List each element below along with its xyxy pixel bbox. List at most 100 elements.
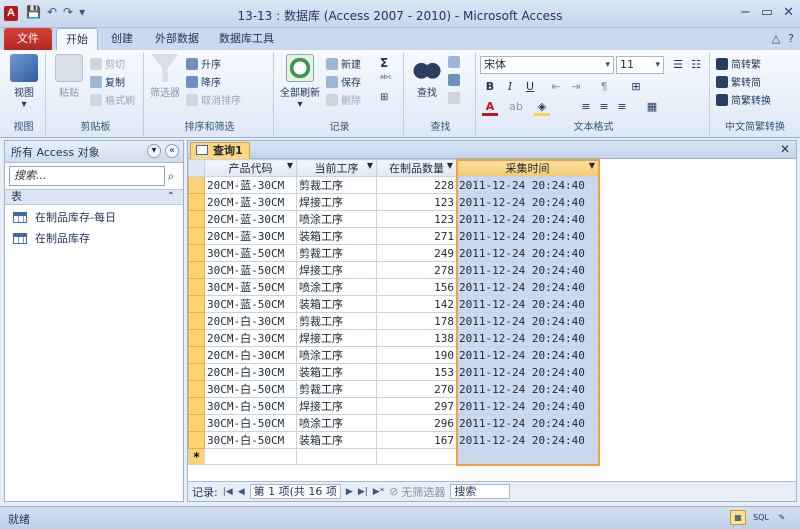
- italic-button[interactable]: I: [502, 80, 518, 93]
- cell-collect-time[interactable]: 2011-12-24 20:24:40: [456, 380, 599, 398]
- totals-button[interactable]: Σ: [380, 56, 388, 70]
- remove-sort-button[interactable]: 取消排序: [186, 92, 241, 107]
- tab-query1[interactable]: 查询1: [190, 142, 250, 159]
- cell-product-code[interactable]: 20CM-白-30CM: [204, 312, 297, 330]
- cell-collect-time[interactable]: 2011-12-24 20:24:40: [456, 193, 599, 211]
- cell-collect-time[interactable]: 2011-12-24 20:24:40: [456, 210, 599, 228]
- format-painter-button[interactable]: 格式刷: [90, 92, 135, 107]
- alt-row-color-icon[interactable]: ▦: [644, 100, 660, 113]
- cell-product-code[interactable]: 20CM-蓝-30CM: [204, 176, 297, 194]
- cell-product-code[interactable]: 20CM-蓝-30CM: [204, 193, 297, 211]
- align-right-icon[interactable]: ≡: [614, 100, 630, 113]
- next-record-button[interactable]: ▶: [346, 487, 353, 497]
- select-icon[interactable]: [448, 92, 460, 104]
- cell-wip-qty[interactable]: 278: [376, 261, 457, 279]
- row-selector[interactable]: [188, 312, 205, 330]
- new-record-marker[interactable]: *: [188, 448, 205, 465]
- spelling-button[interactable]: ᵃᵇᶜ: [380, 74, 392, 85]
- cell-collect-time[interactable]: 2011-12-24 20:24:40: [456, 244, 599, 262]
- table-row[interactable]: 20CM-蓝-30CM 喷涂工序 123 2011-12-24 20:24:40: [188, 210, 599, 228]
- cell-process[interactable]: 装箱工序: [296, 295, 377, 313]
- underline-button[interactable]: U: [522, 80, 538, 93]
- table-row[interactable]: 20CM-蓝-30CM 焊接工序 123 2011-12-24 20:24:40: [188, 193, 599, 211]
- cell-wip-qty[interactable]: 153: [376, 363, 457, 381]
- new-record-cell[interactable]: [296, 448, 377, 465]
- indent-icon[interactable]: ⇤: [548, 80, 564, 93]
- table-row[interactable]: 30CM-蓝-50CM 焊接工序 278 2011-12-24 20:24:40: [188, 261, 599, 279]
- replace-icon[interactable]: [448, 56, 460, 68]
- prev-record-button[interactable]: ◀: [238, 487, 245, 497]
- cell-process[interactable]: 喷涂工序: [296, 210, 377, 228]
- cell-product-code[interactable]: 20CM-蓝-30CM: [204, 227, 297, 245]
- design-view-icon[interactable]: ✎: [774, 510, 790, 525]
- last-record-button[interactable]: ▶|: [358, 487, 368, 497]
- cell-collect-time[interactable]: 2011-12-24 20:24:40: [456, 414, 599, 432]
- nav-menu-chevron-icon[interactable]: ▾: [147, 144, 161, 158]
- cell-wip-qty[interactable]: 271: [376, 227, 457, 245]
- cell-collect-time[interactable]: 2011-12-24 20:24:40: [456, 227, 599, 245]
- record-search-input[interactable]: 搜索: [450, 484, 511, 499]
- cell-wip-qty[interactable]: 123: [376, 193, 457, 211]
- cell-collect-time[interactable]: 2011-12-24 20:24:40: [456, 397, 599, 415]
- row-selector[interactable]: [188, 261, 205, 279]
- table-row[interactable]: 30CM-白-50CM 装箱工序 167 2011-12-24 20:24:40: [188, 431, 599, 449]
- cell-product-code[interactable]: 30CM-蓝-50CM: [204, 244, 297, 262]
- bullets-icon[interactable]: ☰: [670, 58, 686, 71]
- column-header-product-code[interactable]: 产品代码 ▼: [204, 159, 297, 177]
- column-dropdown-icon[interactable]: ▼: [447, 161, 453, 170]
- cell-process[interactable]: 焊接工序: [296, 261, 377, 279]
- cell-wip-qty[interactable]: 142: [376, 295, 457, 313]
- goto-icon[interactable]: [448, 74, 460, 86]
- cell-process[interactable]: 焊接工序: [296, 193, 377, 211]
- cell-process[interactable]: 装箱工序: [296, 363, 377, 381]
- help-icon[interactable]: ?: [788, 32, 794, 45]
- numbering-icon[interactable]: ☷: [688, 58, 704, 71]
- align-left-icon[interactable]: ≡: [578, 100, 594, 113]
- cell-collect-time[interactable]: 2011-12-24 20:24:40: [456, 278, 599, 296]
- cell-product-code[interactable]: 20CM-白-30CM: [204, 346, 297, 364]
- outdent-icon[interactable]: ⇥: [568, 80, 584, 93]
- cell-product-code[interactable]: 30CM-白-50CM: [204, 431, 297, 449]
- highlight-icon[interactable]: ab: [508, 100, 524, 113]
- cell-product-code[interactable]: 30CM-白-50CM: [204, 397, 297, 415]
- row-selector[interactable]: [188, 329, 205, 347]
- cell-collect-time[interactable]: 2011-12-24 20:24:40: [456, 329, 599, 347]
- table-row[interactable]: 30CM-蓝-50CM 装箱工序 142 2011-12-24 20:24:40: [188, 295, 599, 313]
- cell-process[interactable]: 剪裁工序: [296, 176, 377, 194]
- refresh-all-button[interactable]: 全部刷新 ▾: [278, 54, 322, 110]
- cell-product-code[interactable]: 30CM-蓝-50CM: [204, 261, 297, 279]
- cell-product-code[interactable]: 30CM-蓝-50CM: [204, 278, 297, 296]
- column-header-process[interactable]: 当前工序 ▼: [296, 159, 377, 177]
- filter-status[interactable]: ⊘ 无筛选器: [389, 484, 445, 500]
- row-selector[interactable]: [188, 346, 205, 364]
- new-record-row[interactable]: *: [188, 448, 599, 465]
- chinese-convert-button[interactable]: 简繁转换: [716, 92, 771, 107]
- column-header-wip-qty[interactable]: 在制品数量 ▼: [376, 159, 457, 177]
- table-row[interactable]: 20CM-蓝-30CM 装箱工序 271 2011-12-24 20:24:40: [188, 227, 599, 245]
- font-size-select[interactable]: 11: [616, 56, 664, 74]
- cell-process[interactable]: 装箱工序: [296, 227, 377, 245]
- more-records-button[interactable]: ⊞: [380, 92, 388, 103]
- current-record-input[interactable]: 第 1 项(共 16 项: [249, 484, 341, 499]
- table-row[interactable]: 30CM-蓝-50CM 剪裁工序 249 2011-12-24 20:24:40: [188, 244, 599, 262]
- cell-collect-time[interactable]: 2011-12-24 20:24:40: [456, 312, 599, 330]
- cell-product-code[interactable]: 20CM-白-30CM: [204, 363, 297, 381]
- table-row[interactable]: 30CM-白-50CM 剪裁工序 270 2011-12-24 20:24:40: [188, 380, 599, 398]
- cell-wip-qty[interactable]: 156: [376, 278, 457, 296]
- tab-external-data[interactable]: 外部数据: [146, 28, 208, 50]
- row-selector[interactable]: [188, 380, 205, 398]
- cell-wip-qty[interactable]: 249: [376, 244, 457, 262]
- close-button[interactable]: ✕: [783, 5, 794, 20]
- close-document-icon[interactable]: ✕: [780, 142, 790, 156]
- search-icon[interactable]: ⌕: [163, 166, 179, 186]
- minimize-button[interactable]: −: [740, 5, 751, 20]
- paste-button[interactable]: 粘贴: [52, 54, 86, 99]
- cell-process[interactable]: 剪裁工序: [296, 244, 377, 262]
- restore-button[interactable]: ▭: [761, 5, 773, 20]
- cell-collect-time[interactable]: 2011-12-24 20:24:40: [456, 261, 599, 279]
- cell-collect-time[interactable]: 2011-12-24 20:24:40: [456, 363, 599, 381]
- table-row[interactable]: 20CM-蓝-30CM 剪裁工序 228 2011-12-24 20:24:40: [188, 176, 599, 194]
- new-record-cell[interactable]: [456, 448, 599, 465]
- cell-product-code[interactable]: 30CM-白-50CM: [204, 414, 297, 432]
- cell-process[interactable]: 焊接工序: [296, 397, 377, 415]
